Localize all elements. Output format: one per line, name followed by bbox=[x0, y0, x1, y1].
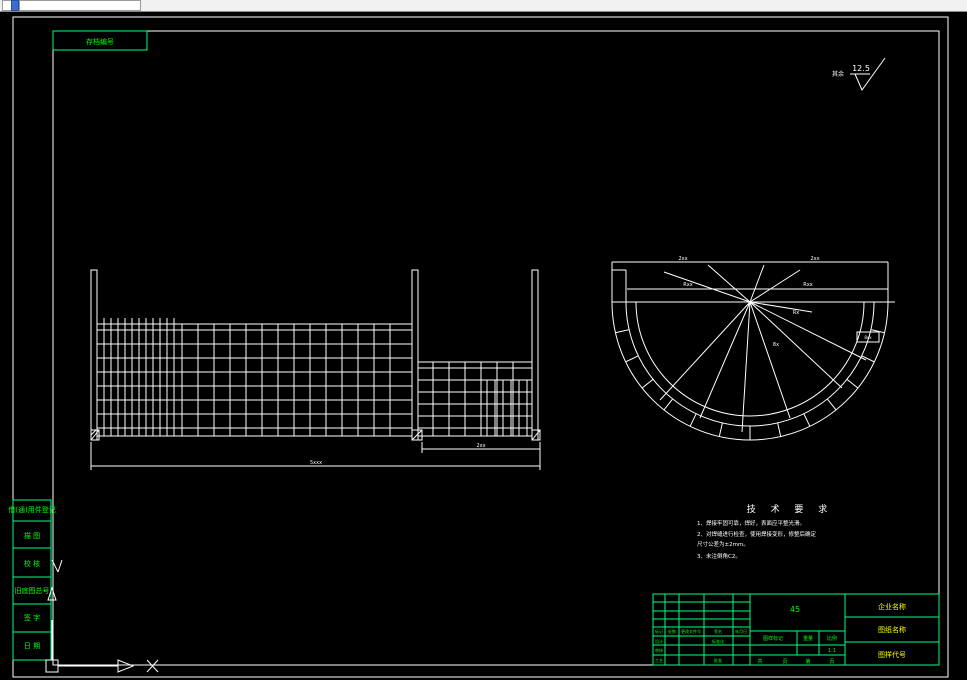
drawing-canvas[interactable]: 存档编号 借(通)用件登记 描 图 校 核 旧底图总号 签 字 日 期 其余 1… bbox=[0, 12, 967, 680]
rim-block bbox=[615, 329, 630, 334]
archive-number-label: 存档编号 bbox=[86, 37, 114, 46]
title-left-label: 批准 bbox=[714, 657, 722, 663]
right-post bbox=[531, 269, 539, 441]
title-left-label: 工艺 bbox=[655, 658, 663, 663]
rim-block bbox=[803, 413, 811, 427]
inner-border bbox=[52, 30, 940, 666]
title-left-label: 审核 bbox=[655, 647, 663, 653]
overall-dimension-text: 5xxx bbox=[310, 460, 322, 466]
technical-requirements: 技 术 要 求 1、焊接牢固可靠，焊好，表面应平整光滑。 2、对焊缝进行检查，使… bbox=[697, 503, 834, 560]
title-scale: 1:1 bbox=[828, 648, 836, 654]
tall-section bbox=[96, 323, 413, 437]
title-sheet-label: 页 bbox=[782, 659, 787, 665]
vertical-bars bbox=[103, 318, 528, 436]
strip-label: 旧底图总号 bbox=[15, 586, 50, 595]
middle-post bbox=[411, 269, 419, 441]
ray bbox=[749, 269, 801, 303]
strip-label: 借(通)用件登记 bbox=[8, 505, 55, 514]
toolbar-tab[interactable] bbox=[19, 0, 141, 11]
outer-arc bbox=[611, 301, 889, 441]
plan-view bbox=[611, 261, 895, 441]
title-left-label: 处数 bbox=[668, 628, 676, 634]
plan-dim-text: 2xx bbox=[810, 256, 819, 262]
title-header-label: 图样标记 bbox=[763, 635, 783, 642]
front-view bbox=[90, 269, 541, 470]
plan-side-label: 8xx bbox=[864, 335, 872, 340]
strip-label: 日 期 bbox=[24, 642, 40, 650]
archive-number-box: 存档编号 bbox=[52, 30, 148, 51]
ray bbox=[663, 271, 751, 303]
title-company: 企业名称 bbox=[878, 602, 906, 611]
roughness-label: 其余 bbox=[832, 70, 844, 78]
tech-req-title: 技 术 要 求 bbox=[747, 503, 834, 515]
right-dimension-text: 2xx bbox=[476, 443, 485, 449]
strip-label: 签 字 bbox=[24, 613, 40, 622]
rim-block bbox=[777, 422, 782, 437]
title-header-label: 重量 bbox=[803, 635, 813, 642]
rim-block bbox=[625, 355, 639, 363]
title-left-label: 标准化 bbox=[712, 638, 724, 644]
rim-blocks bbox=[612, 301, 888, 440]
title-left-label: 签名 bbox=[714, 628, 722, 634]
ray bbox=[659, 301, 751, 401]
roughness-value: 12.5 bbox=[852, 64, 870, 73]
rim-block bbox=[663, 398, 674, 411]
tech-req-item: 2、对焊缝进行检查，使用焊接变形，修整后确定 bbox=[697, 530, 817, 538]
rim-block bbox=[641, 378, 654, 389]
title-left-label: 标记 bbox=[655, 628, 663, 634]
rim-block bbox=[718, 422, 723, 437]
plan-dim-text: 2xx bbox=[678, 256, 687, 262]
plan-dim-text: Rxx bbox=[683, 282, 692, 288]
title-sheet-label: 第 bbox=[805, 658, 810, 665]
title-header-label: 比例 bbox=[827, 635, 837, 642]
ray bbox=[749, 264, 765, 303]
title-left-label: 年月日 bbox=[735, 628, 747, 634]
plan-dim-text: Rxx bbox=[803, 282, 812, 288]
title-material: 45 bbox=[790, 605, 800, 614]
plan-dim-text: 8x bbox=[773, 342, 779, 348]
ucs-icon bbox=[45, 559, 159, 673]
rim-block bbox=[846, 378, 859, 389]
title-sheet-label: 共 bbox=[757, 658, 762, 665]
ray bbox=[699, 301, 751, 419]
title-drawing-no: 图样代号 bbox=[878, 650, 906, 659]
rim-block bbox=[689, 413, 697, 427]
title-sheet-label: 页 bbox=[829, 659, 834, 665]
tech-req-item: 1、焊接牢固可靠，焊好，表面应平整光滑。 bbox=[697, 519, 805, 527]
inner-arc bbox=[625, 301, 875, 427]
ray bbox=[741, 301, 751, 433]
horizontal-rails bbox=[97, 329, 532, 429]
left-record-strip: 借(通)用件登记 描 图 校 核 旧底图总号 签 字 日 期 bbox=[8, 499, 56, 661]
ray bbox=[707, 264, 751, 303]
strip-label: 校 核 bbox=[24, 559, 40, 568]
left-post bbox=[90, 269, 98, 441]
center-rays bbox=[659, 264, 867, 433]
toolbar-tab-active[interactable] bbox=[11, 0, 19, 11]
title-drawing-name: 图纸名称 bbox=[878, 625, 906, 634]
low-section bbox=[417, 361, 533, 437]
tech-req-item: 尺寸公差为±2mm。 bbox=[697, 540, 749, 548]
title-left-label: 设计 bbox=[655, 638, 663, 644]
strip-label: 描 图 bbox=[24, 531, 40, 540]
surface-roughness-symbol: 其余 12.5 bbox=[832, 57, 886, 92]
title-left-label: 更改文件号 bbox=[681, 628, 701, 634]
rim-block bbox=[826, 398, 837, 411]
app-toolbar bbox=[0, 0, 967, 12]
base-hatch bbox=[90, 429, 541, 441]
plan-dim-text: Rx bbox=[793, 310, 799, 316]
tech-req-item: 3、未注倒角C2。 bbox=[697, 552, 741, 560]
innermost-arc bbox=[635, 301, 865, 417]
